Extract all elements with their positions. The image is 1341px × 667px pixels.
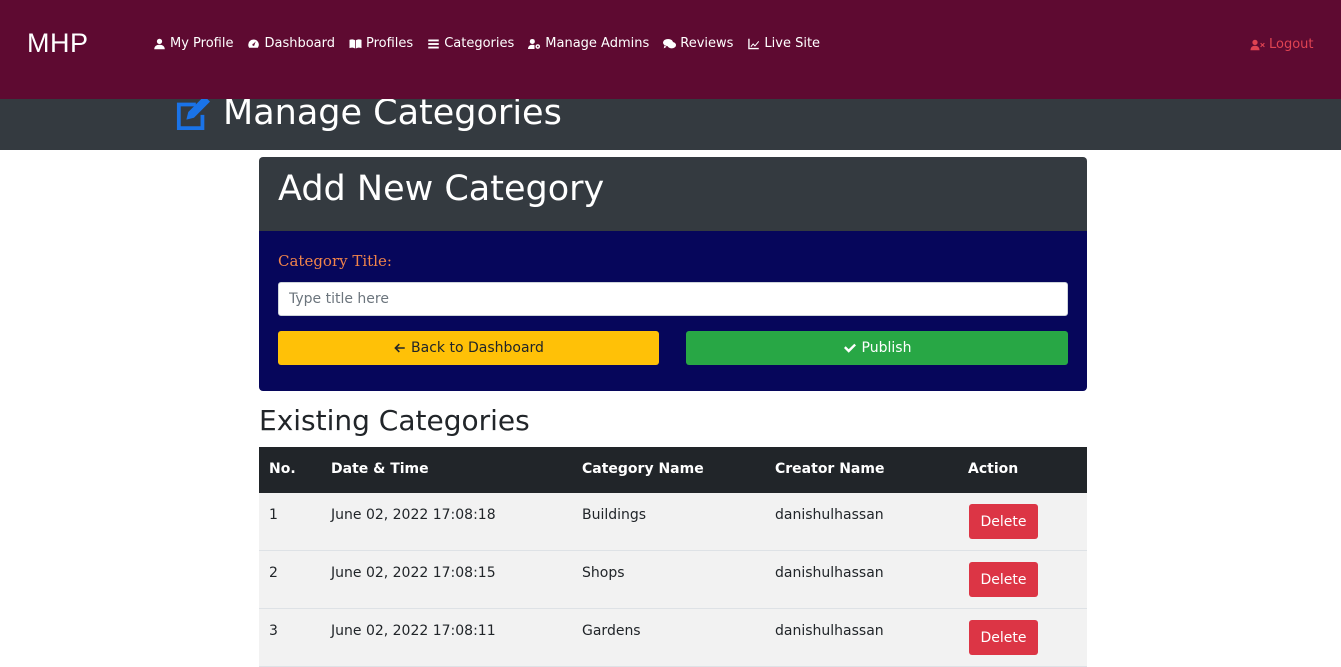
cell-no: 1 bbox=[269, 507, 278, 523]
comments-icon bbox=[663, 38, 677, 48]
nav-reviews[interactable]: Reviews bbox=[663, 36, 733, 51]
page-title: Manage Categories bbox=[223, 99, 562, 133]
card-header: Add New Category bbox=[259, 157, 1087, 231]
publish-button[interactable]: Publish bbox=[686, 331, 1068, 365]
category-title-label: Category Title: bbox=[278, 252, 392, 270]
nav-profiles[interactable]: Profiles bbox=[349, 36, 413, 51]
user-icon bbox=[154, 38, 165, 49]
back-to-dashboard-button[interactable]: Back to Dashboard bbox=[278, 331, 659, 365]
arrow-left-icon bbox=[394, 343, 405, 353]
cell-creator: danishulhassan bbox=[775, 623, 884, 639]
top-navbar: MHP My Profile Dashboard Profiles Catego… bbox=[0, 0, 1341, 99]
cell-no: 3 bbox=[269, 623, 278, 639]
cell-datetime: June 02, 2022 17:08:11 bbox=[331, 623, 496, 639]
nav-label: Dashboard bbox=[264, 36, 335, 51]
page-header: Manage Categories bbox=[0, 99, 1341, 150]
nav-label: Manage Admins bbox=[545, 36, 650, 51]
publish-button-label: Publish bbox=[861, 340, 912, 356]
user-times-icon bbox=[1250, 39, 1265, 50]
categories-table: No. Date & Time Category Name Creator Na… bbox=[259, 447, 1087, 667]
nav-label: Live Site bbox=[764, 36, 821, 51]
delete-button[interactable]: Delete bbox=[969, 562, 1038, 597]
add-category-card: Add New Category Category Title: Back to… bbox=[259, 157, 1087, 391]
cell-datetime: June 02, 2022 17:08:18 bbox=[331, 507, 496, 523]
edit-icon bbox=[176, 99, 210, 130]
cell-creator: danishulhassan bbox=[775, 507, 884, 523]
column-header: Action bbox=[968, 461, 1019, 477]
nav-label: Profiles bbox=[366, 36, 414, 51]
logout-label: Logout bbox=[1269, 37, 1314, 52]
nav-label: Categories bbox=[444, 36, 515, 51]
table-header: No. Date & Time Category Name Creator Na… bbox=[259, 447, 1087, 493]
delete-button[interactable]: Delete bbox=[969, 620, 1038, 655]
table-row: 3 June 02, 2022 17:08:11 Gardens danishu… bbox=[259, 609, 1087, 667]
nav-label: Reviews bbox=[680, 36, 734, 51]
nav-dashboard[interactable]: Dashboard bbox=[247, 36, 335, 51]
nav-categories[interactable]: Categories bbox=[427, 36, 514, 51]
cell-category-name: Gardens bbox=[582, 623, 641, 639]
column-header: No. bbox=[269, 461, 296, 477]
cell-category-name: Buildings bbox=[582, 507, 647, 523]
user-cog-icon bbox=[528, 38, 541, 49]
table-row: 1 June 02, 2022 17:08:18 Buildings danis… bbox=[259, 493, 1087, 551]
card-body: Category Title: Back to Dashboard Publis… bbox=[259, 231, 1087, 391]
category-title-input[interactable] bbox=[278, 282, 1068, 316]
cell-category-name: Shops bbox=[582, 565, 625, 581]
card-title: Add New Category bbox=[278, 169, 605, 209]
brand-logo[interactable]: MHP bbox=[27, 28, 89, 59]
book-open-icon bbox=[349, 38, 362, 48]
back-button-label: Back to Dashboard bbox=[411, 340, 544, 356]
list-icon bbox=[428, 39, 439, 48]
delete-button[interactable]: Delete bbox=[969, 504, 1038, 539]
column-header: Creator Name bbox=[775, 461, 885, 477]
nav-label: My Profile bbox=[170, 36, 234, 51]
table-row: 2 June 02, 2022 17:08:15 Shops danishulh… bbox=[259, 551, 1087, 609]
nav-live-site[interactable]: Live Site bbox=[747, 36, 820, 51]
main-nav: My Profile Dashboard Profiles Categories… bbox=[153, 36, 820, 51]
tachometer-icon bbox=[248, 38, 260, 48]
cell-datetime: June 02, 2022 17:08:15 bbox=[331, 565, 496, 581]
nav-manage-admins[interactable]: Manage Admins bbox=[528, 36, 649, 51]
logout-link[interactable]: Logout bbox=[1250, 37, 1314, 52]
column-header: Category Name bbox=[582, 461, 704, 477]
check-icon bbox=[843, 343, 856, 353]
cell-creator: danishulhassan bbox=[775, 565, 884, 581]
existing-categories-title: Existing Categories bbox=[259, 404, 530, 437]
cell-no: 2 bbox=[269, 565, 278, 581]
nav-my-profile[interactable]: My Profile bbox=[153, 36, 233, 51]
column-header: Date & Time bbox=[331, 461, 429, 477]
chart-line-icon bbox=[748, 38, 760, 49]
